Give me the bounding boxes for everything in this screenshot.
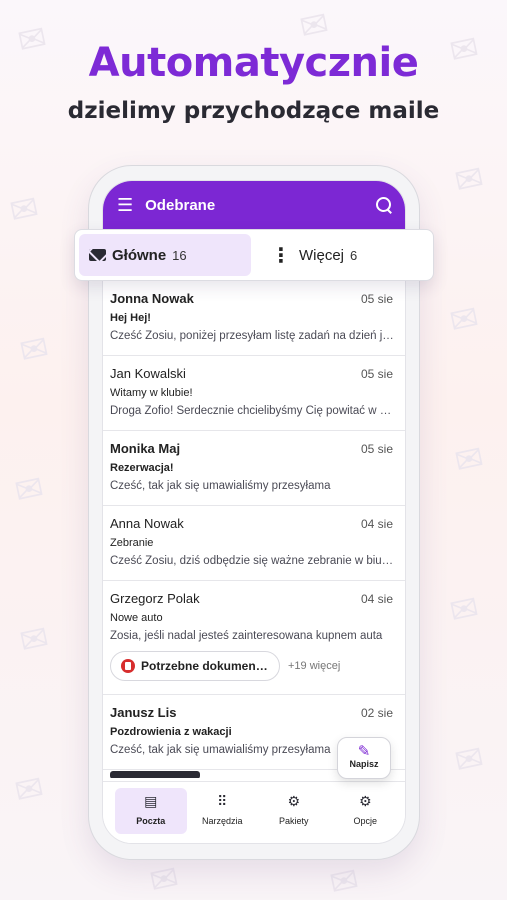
mail-sender: Monika Maj	[110, 441, 181, 456]
mail-preview: Zosia, jeśli nadal jesteś zainteresowana…	[110, 630, 383, 642]
packages-icon: ⚙	[287, 794, 301, 810]
compose-button[interactable]: ✎ Napisz	[337, 737, 391, 779]
tab-wiecej[interactable]: ⋮ Więcej 6	[261, 234, 367, 276]
mail-preview: Cześć Zosiu, poniżej przesyłam listę zad…	[110, 330, 394, 342]
nav-item-poczta[interactable]: ▤ Poczta	[115, 788, 187, 834]
tab-label: Główne	[112, 246, 167, 264]
mail-subject: Hej Hej!	[110, 312, 151, 324]
attachment-row: Potrzebne dokumenty.pdf +19 więcej	[110, 651, 395, 681]
tab-count: 6	[350, 247, 358, 263]
nav-item-pakiety[interactable]: ⚙ Pakiety	[258, 788, 330, 834]
more-attachments-count[interactable]: +19 więcej	[288, 660, 340, 672]
attachment-chip[interactable]: Potrzebne dokumenty.pdf	[110, 651, 280, 681]
promo-headline: Automatycznie	[88, 40, 419, 86]
nav-label: Pakiety	[278, 816, 309, 826]
mail-date: 02 sie	[360, 706, 393, 720]
bottom-navigation: ▤ Poczta ⠿ Narzędzia ⚙ Pakiety ⚙ Opcje	[103, 781, 405, 843]
more-vertical-icon: ⋮	[271, 243, 291, 267]
folder-title: Odebrane	[145, 196, 216, 214]
mail-preview: Cześć, tak jak się umawialiśmy przesyłam…	[110, 480, 331, 492]
tab-label: Więcej	[299, 246, 345, 264]
tab-glowne[interactable]: Główne 16	[79, 234, 251, 276]
promo-subheadline: dzielimy przychodzące maile	[67, 98, 440, 124]
nav-label: Narzędzia	[201, 816, 243, 826]
app-bar: ☰ Odebrane	[103, 181, 405, 229]
search-icon[interactable]	[375, 196, 393, 214]
nav-item-narzedzia[interactable]: ⠿ Narzędzia	[187, 788, 259, 834]
tab-count: 16	[172, 247, 187, 263]
compose-label: Napisz	[349, 759, 379, 769]
mail-sender: Jan Kowalski	[110, 366, 186, 381]
mail-subject: Zebranie	[110, 537, 154, 549]
mail-subject: Witamy w klubie!	[110, 387, 193, 399]
mail-sender: Grzegorz Polak	[110, 591, 200, 606]
mail-item[interactable]: Grzegorz Polak 04 sie Nowe auto Zosia, j…	[103, 581, 405, 695]
mail-category-tabs: Główne 16 ⋮ Więcej 6	[74, 229, 434, 281]
mail-date: 05 sie	[360, 367, 393, 381]
mail-sender: Anna Nowak	[110, 516, 184, 531]
mail-preview: Cześć Zosiu, dziś odbędzie się ważne zeb…	[110, 555, 394, 567]
mail-subject: Nowe auto	[110, 612, 163, 624]
nav-label: Opcje	[353, 816, 377, 826]
nav-label: Poczta	[136, 816, 166, 826]
gear-icon: ⚙	[358, 794, 372, 810]
mail-item[interactable]: Monika Maj 05 sie Rezerwacja! Cześć, tak…	[103, 431, 405, 506]
envelope-icon	[89, 249, 106, 261]
pencil-icon: ✎	[357, 742, 371, 760]
mail-item[interactable]: Jan Kowalski 05 sie Witamy w klubie! Dro…	[103, 356, 405, 431]
mail-sender: Janusz Lis	[110, 705, 177, 720]
inbox-icon: ▤	[144, 794, 158, 810]
grid-icon: ⠿	[217, 794, 228, 810]
mail-preview: Cześć, tak jak się umawialiśmy przesyłam…	[110, 744, 331, 756]
mail-item[interactable]: Anna Nowak 04 sie Zebranie Cześć Zosiu, …	[103, 506, 405, 581]
attachment-name: Potrzebne dokumenty.pdf	[141, 659, 269, 673]
mail-date: 04 sie	[360, 592, 393, 606]
mail-sender: Jonna Nowak	[110, 291, 194, 306]
nav-item-opcje[interactable]: ⚙ Opcje	[330, 788, 402, 834]
mail-list: Jonna Nowak 05 sie Hej Hej! Cześć Zosiu,…	[103, 281, 405, 770]
mail-date: 04 sie	[360, 517, 393, 531]
mail-date: 05 sie	[360, 442, 393, 456]
mail-preview: Droga Zofio! Serdecznie chcielibyśmy Cię…	[110, 405, 394, 417]
mail-date: 05 sie	[360, 292, 393, 306]
pdf-file-icon	[121, 659, 135, 673]
mail-item[interactable]: Jonna Nowak 05 sie Hej Hej! Cześć Zosiu,…	[103, 281, 405, 356]
hamburger-menu-icon[interactable]: ☰	[117, 195, 133, 216]
mail-subject: Rezerwacja!	[110, 462, 174, 474]
